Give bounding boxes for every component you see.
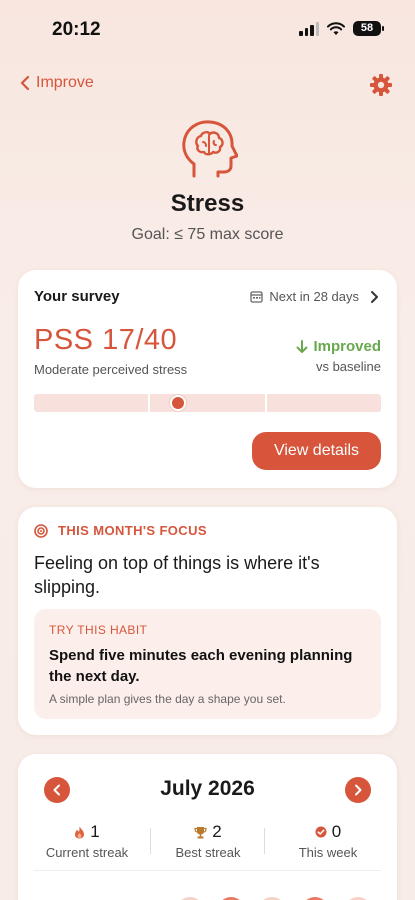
target-icon xyxy=(34,523,48,538)
battery-icon: 58 xyxy=(353,21,384,36)
focus-text: Feeling on top of things is where it's s… xyxy=(34,553,320,597)
score-marker xyxy=(170,395,186,411)
goal-text: Goal: ≤ 75 max score xyxy=(131,226,284,243)
arrow-down-icon xyxy=(296,339,308,353)
gear-icon[interactable] xyxy=(369,73,393,97)
range-segment-high xyxy=(266,394,381,412)
range-segment-low xyxy=(34,394,149,412)
streak-divider xyxy=(150,828,151,854)
calendar-card: July 2026 1 Current streak 2 Best streak… xyxy=(18,754,397,900)
habit-label: TRY THIS HABIT xyxy=(49,623,148,637)
back-button[interactable]: Improve xyxy=(20,74,94,92)
view-details-button[interactable]: View details xyxy=(252,432,381,470)
streak-divider xyxy=(264,828,265,854)
habit-card[interactable]: TRY THIS HABIT Spend five minutes each e… xyxy=(34,609,381,719)
streak-current: 1 Current streak xyxy=(24,822,150,860)
chevron-left-icon xyxy=(20,75,30,91)
habit-subtext: A simple plan gives the day a shape you … xyxy=(49,692,286,706)
next-survey-text: Next in 28 days xyxy=(269,289,359,304)
streak-week-value: 0 xyxy=(331,822,342,841)
focus-heading: THIS MONTH'S FOCUS xyxy=(34,523,207,538)
focus-heading-text: THIS MONTH'S FOCUS xyxy=(58,523,207,538)
back-label: Improve xyxy=(36,74,94,91)
score-description: Moderate perceived stress xyxy=(34,362,188,377)
status-icons: 58 xyxy=(299,21,384,36)
streak-current-label: Current streak xyxy=(45,845,129,860)
focus-card: THIS MONTH'S FOCUS Feeling on top of thi… xyxy=(18,507,397,735)
wifi-icon xyxy=(327,21,345,35)
trend-subtext: vs baseline xyxy=(315,359,381,374)
survey-card: Your survey Next in 28 days PSS 17/40 Mo… xyxy=(18,270,397,488)
next-survey-link[interactable]: Next in 28 days xyxy=(250,289,381,304)
page-title: Stress xyxy=(170,190,245,217)
calendar-icon xyxy=(250,291,264,303)
streak-week-label: This week xyxy=(298,845,358,860)
streak-best-value: 2 xyxy=(212,822,222,841)
chevron-right-icon xyxy=(371,290,378,303)
flame-icon xyxy=(75,826,85,838)
calendar-divider xyxy=(34,870,381,871)
signal-icon xyxy=(299,21,319,36)
hero: Stress Goal: ≤ 75 max score xyxy=(0,118,415,244)
streak-stats: 1 Current streak 2 Best streak 0 This we… xyxy=(18,822,397,862)
score-range-bar xyxy=(34,394,381,412)
chevron-right-icon xyxy=(355,784,362,796)
status-bar: 20:12 58 xyxy=(0,0,415,60)
range-segment-moderate xyxy=(150,394,265,412)
streak-best-label: Best streak xyxy=(175,845,241,860)
pss-score: PSS 17/40 xyxy=(34,324,178,356)
streak-week: 0 This week xyxy=(265,822,391,860)
trend-badge: Improved xyxy=(295,338,381,355)
next-month-button[interactable] xyxy=(345,777,371,803)
calendar-month: July 2026 xyxy=(160,777,255,800)
check-circle-icon xyxy=(315,826,327,838)
streak-best: 2 Best streak xyxy=(145,822,271,860)
trend-text: Improved xyxy=(313,338,381,355)
habit-title: Spend five minutes each evening planning… xyxy=(49,647,353,685)
status-time: 20:12 xyxy=(52,19,101,40)
survey-title: Your survey xyxy=(34,288,120,305)
brain-head-icon xyxy=(181,120,238,178)
trophy-icon xyxy=(194,826,207,838)
streak-current-value: 1 xyxy=(90,822,100,841)
